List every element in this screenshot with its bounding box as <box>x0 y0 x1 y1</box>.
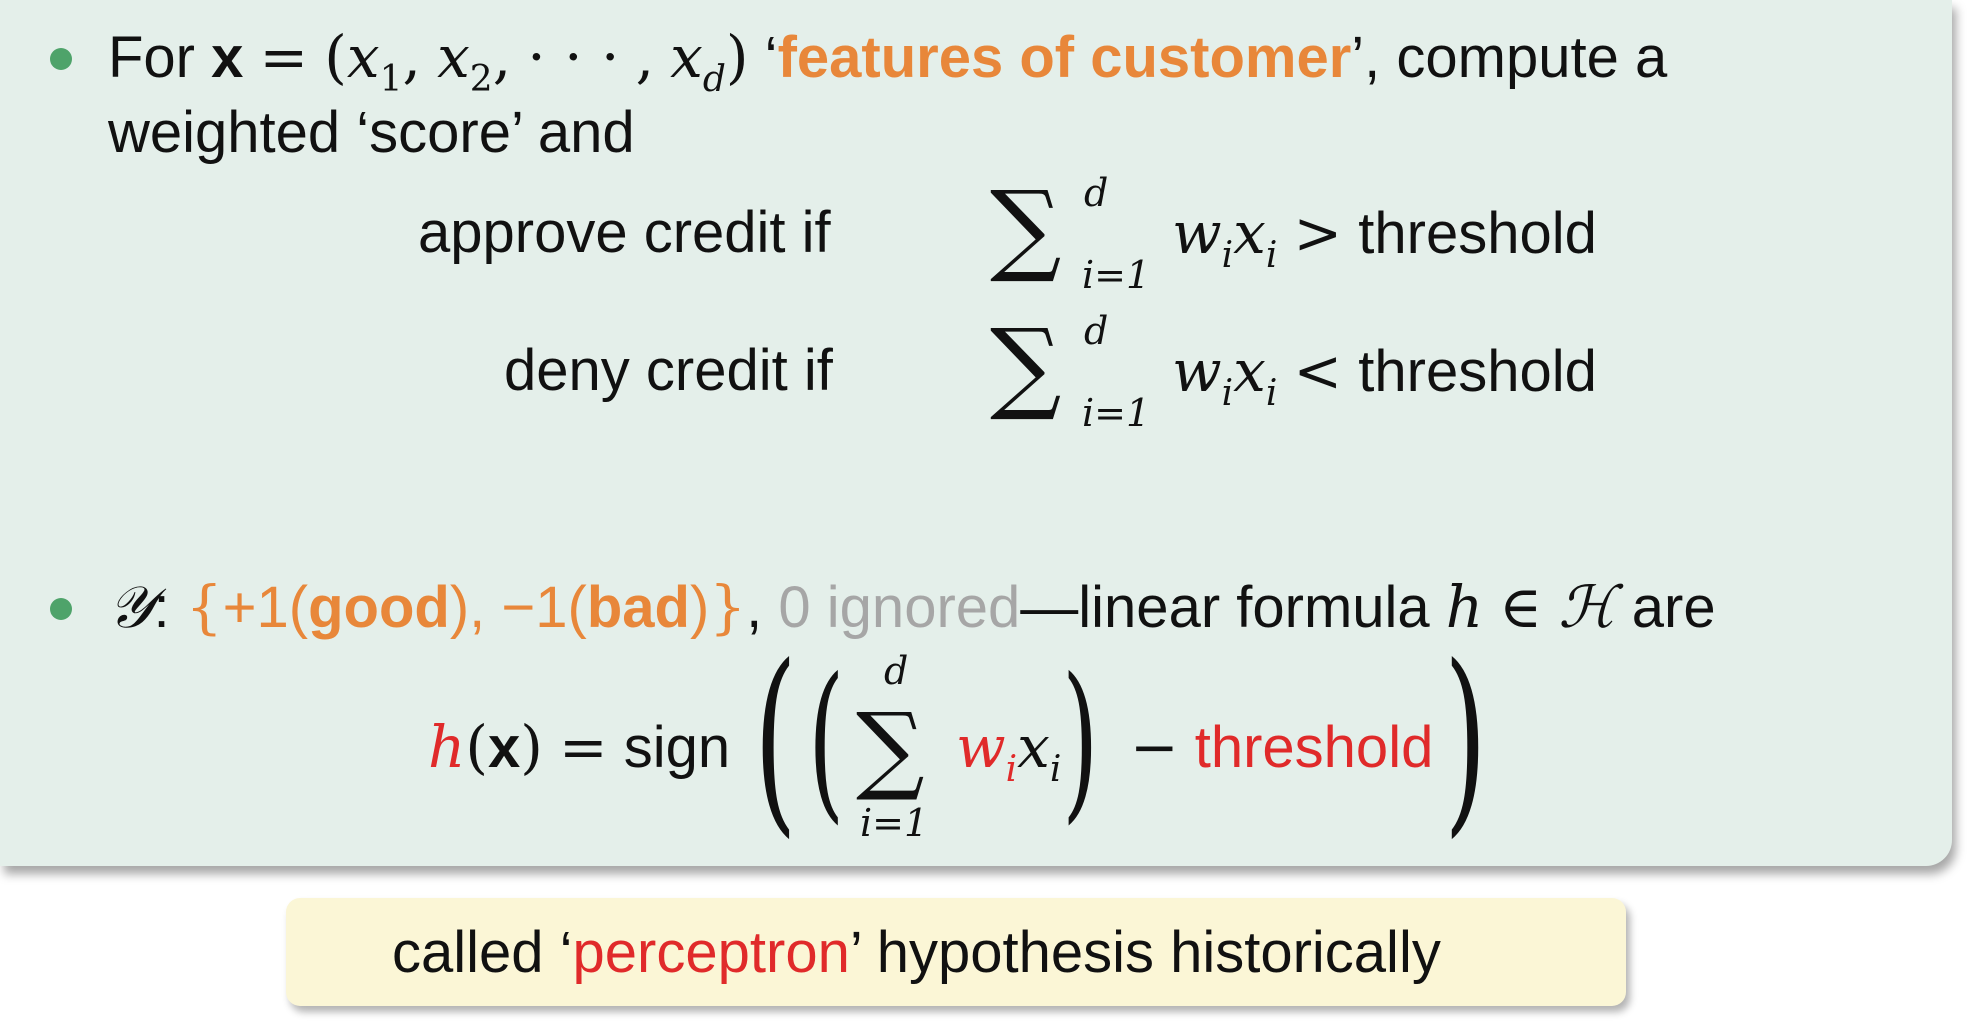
perceptron-highlight: perceptron <box>572 920 850 985</box>
deny-expression: wixi < threshold <box>1172 339 1597 412</box>
colon: : <box>153 575 170 640</box>
paren-close: ) <box>689 575 710 640</box>
threshold-text: threshold <box>1358 201 1597 266</box>
element-of: ∈ <box>1499 573 1543 641</box>
x-vector-bold: x <box>211 25 244 90</box>
x-var: x <box>1233 199 1266 267</box>
x-subscript: i <box>1265 373 1278 414</box>
formula-lhs: h(x) = sign <box>428 718 730 777</box>
bad-label: bad <box>586 575 690 640</box>
inner-paren-open: ( <box>808 642 845 840</box>
x-subscript: i <box>1265 235 1278 276</box>
bullet1-line1: For x = (x1, x2, · · · , xd) ‘features o… <box>108 25 1668 98</box>
deny-label: deny credit if <box>504 338 833 403</box>
minus-one: ), −1( <box>449 575 587 640</box>
xd-subscript: d <box>702 59 726 100</box>
paren-open: ( <box>465 713 488 781</box>
comma: , <box>492 23 512 91</box>
x1-subscript: 1 <box>379 59 403 100</box>
sum-upper-d: d <box>884 649 909 693</box>
h-function: h <box>428 713 466 781</box>
x-var: x <box>1017 713 1050 781</box>
inner-paren-close: ) <box>1062 642 1099 840</box>
w-subscript: i <box>1221 373 1234 414</box>
linear-formula-text: —linear formula <box>1020 575 1430 640</box>
paren-open: ( <box>324 23 347 91</box>
equals-sign: = <box>559 713 608 781</box>
x1-var: x <box>346 23 380 91</box>
sum-lower-index: i=1 <box>1082 391 1151 435</box>
sum-lower-index: i=1 <box>1082 253 1151 297</box>
bullet-marker-2 <box>50 598 72 620</box>
bullet-marker-1 <box>50 48 72 70</box>
ignored-text: 0 ignored <box>778 575 1021 640</box>
threshold-text: threshold <box>1194 715 1434 780</box>
x-vector-bold: x <box>488 715 521 780</box>
compute-text: ’, compute a <box>1351 25 1668 90</box>
perceptron-callout: called ‘perceptron’ hypothesis historica… <box>286 898 1626 1006</box>
outer-paren-open: ( <box>754 623 797 856</box>
weighted-sum-term: wixi <box>956 718 1061 788</box>
bullet1-line2: weighted ‘score’ and <box>108 100 635 165</box>
for-word: For <box>108 25 195 90</box>
set-brace-open: { <box>185 573 223 641</box>
sum-symbol: ∑ <box>856 692 925 804</box>
comma: , <box>635 23 655 91</box>
sum-symbol: ∑ <box>990 169 1062 286</box>
less-than: < <box>1293 337 1343 405</box>
x-var: x <box>1233 337 1266 405</box>
callout-text: called ‘perceptron’ hypothesis historica… <box>392 924 1441 982</box>
plus-one: +1( <box>222 575 309 640</box>
set-brace-close: } <box>709 573 747 641</box>
sum-lower-index: i=1 <box>860 801 929 845</box>
sum-symbol: ∑ <box>990 307 1062 424</box>
w-var: w <box>1172 337 1222 405</box>
paren-close: ) <box>725 23 749 91</box>
outer-paren-close: ) <box>1444 623 1487 856</box>
are-word: are <box>1631 575 1716 640</box>
minus-threshold: − threshold <box>1130 718 1433 777</box>
ellipsis: · · · <box>527 23 620 91</box>
equals-sign: = <box>259 23 309 91</box>
greater-than: > <box>1293 199 1343 267</box>
x-subscript: i <box>1049 749 1062 790</box>
approve-label: approve credit if <box>418 200 831 265</box>
w-var: w <box>956 713 1006 781</box>
sum-upper-d: d <box>1084 171 1109 215</box>
quote-open: ‘ <box>764 25 778 90</box>
x2-var: x <box>437 23 470 91</box>
sum-upper-d: d <box>1084 309 1109 353</box>
output-space-y: 𝒴 <box>108 573 154 641</box>
x2-subscript: 2 <box>469 59 493 100</box>
features-highlight: features of customer <box>777 25 1352 90</box>
w-subscript: i <box>1005 749 1018 790</box>
sign-function: sign <box>623 715 731 780</box>
paren-close: ) <box>520 713 543 781</box>
callout-before: called ‘ <box>392 920 573 985</box>
threshold-text: threshold <box>1358 339 1597 404</box>
approve-expression: wixi > threshold <box>1172 201 1597 274</box>
w-var: w <box>1172 199 1222 267</box>
minus-sign: − <box>1130 713 1179 781</box>
comma: , <box>402 23 421 91</box>
xd-var: x <box>670 23 703 91</box>
good-label: good <box>308 575 450 640</box>
callout-after: ’ hypothesis historically <box>849 920 1441 985</box>
w-subscript: i <box>1221 235 1234 276</box>
hypothesis-set-h: ℋ <box>1558 573 1616 641</box>
